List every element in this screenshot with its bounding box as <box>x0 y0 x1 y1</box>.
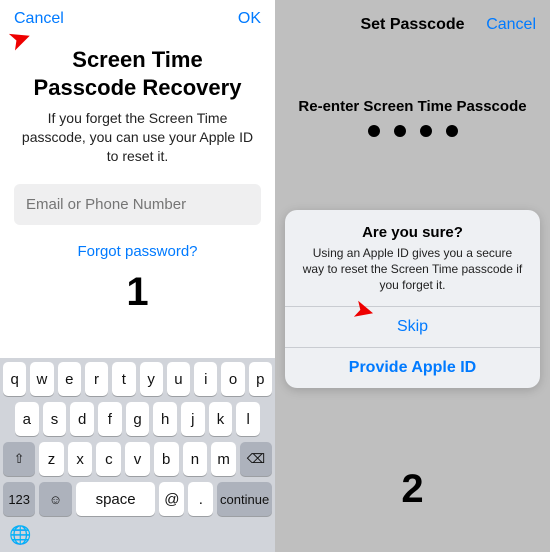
provide-appleid-button[interactable]: Provide Apple ID <box>285 347 540 388</box>
continue-key[interactable]: continue <box>217 482 272 516</box>
nav-bar-right: Set Passcode Cancel <box>275 0 550 34</box>
key-d[interactable]: d <box>70 402 94 436</box>
key-w[interactable]: w <box>30 362 53 396</box>
key-z[interactable]: z <box>39 442 64 476</box>
soft-keyboard: qwertyuiop asdfghjkl ⇧zxcvbnm⌫ 123☺space… <box>0 358 275 552</box>
set-passcode-screen: Set Passcode Cancel Re-enter Screen Time… <box>275 0 550 552</box>
nav-bar: Cancel OK <box>0 0 275 32</box>
step-number-1: 1 <box>0 260 275 315</box>
key-r[interactable]: r <box>85 362 108 396</box>
at-key[interactable]: @ <box>159 482 184 516</box>
key-h[interactable]: h <box>153 402 177 436</box>
passcode-dot <box>368 125 380 137</box>
key-v[interactable]: v <box>125 442 150 476</box>
key-b[interactable]: b <box>154 442 179 476</box>
key-k[interactable]: k <box>209 402 233 436</box>
ok-button[interactable]: OK <box>238 10 261 28</box>
dialog-body: Using an Apple ID gives you a secure way… <box>301 245 524 294</box>
key-x[interactable]: x <box>68 442 93 476</box>
globe-icon[interactable]: 🌐 <box>3 522 272 546</box>
backspace-key[interactable]: ⌫ <box>240 442 272 476</box>
cancel-button-right[interactable]: Cancel <box>486 16 536 34</box>
key-c[interactable]: c <box>96 442 121 476</box>
step-number-2: 2 <box>275 467 550 512</box>
key-m[interactable]: m <box>211 442 236 476</box>
key-y[interactable]: y <box>140 362 163 396</box>
key-t[interactable]: t <box>112 362 135 396</box>
passcode-dot <box>420 125 432 137</box>
page-subtext: If you forget the Screen Time passcode, … <box>0 109 275 184</box>
key-i[interactable]: i <box>194 362 217 396</box>
cancel-button[interactable]: Cancel <box>14 10 64 28</box>
recovery-screen: Cancel OK ➤ Screen Time Passcode Recover… <box>0 0 275 552</box>
reenter-label: Re-enter Screen Time Passcode <box>275 34 550 115</box>
key-e[interactable]: e <box>58 362 81 396</box>
forgot-password-link[interactable]: Forgot password? <box>0 225 275 260</box>
key-f[interactable]: f <box>98 402 122 436</box>
title-line2: Passcode Recovery <box>16 74 259 102</box>
confirm-dialog: Are you sure? Using an Apple ID gives yo… <box>285 210 540 388</box>
key-g[interactable]: g <box>126 402 150 436</box>
key-q[interactable]: q <box>3 362 26 396</box>
page-title: Screen Time Passcode Recovery <box>0 32 275 109</box>
appleid-input[interactable] <box>14 184 261 225</box>
key-u[interactable]: u <box>167 362 190 396</box>
skip-button[interactable]: Skip <box>285 306 540 347</box>
space-key[interactable]: space <box>76 482 156 516</box>
emoji-key[interactable]: ☺ <box>39 482 71 516</box>
passcode-dots <box>275 115 550 137</box>
key-l[interactable]: l <box>236 402 260 436</box>
key-o[interactable]: o <box>221 362 244 396</box>
numbers-key[interactable]: 123 <box>3 482 35 516</box>
passcode-dot <box>446 125 458 137</box>
key-p[interactable]: p <box>249 362 272 396</box>
dot-key[interactable]: . <box>188 482 213 516</box>
key-s[interactable]: s <box>43 402 67 436</box>
dialog-title: Are you sure? <box>301 224 524 241</box>
set-passcode-title: Set Passcode <box>360 16 464 34</box>
passcode-dot <box>394 125 406 137</box>
shift-key[interactable]: ⇧ <box>3 442 35 476</box>
title-line1: Screen Time <box>16 46 259 74</box>
key-j[interactable]: j <box>181 402 205 436</box>
key-a[interactable]: a <box>15 402 39 436</box>
key-n[interactable]: n <box>183 442 208 476</box>
